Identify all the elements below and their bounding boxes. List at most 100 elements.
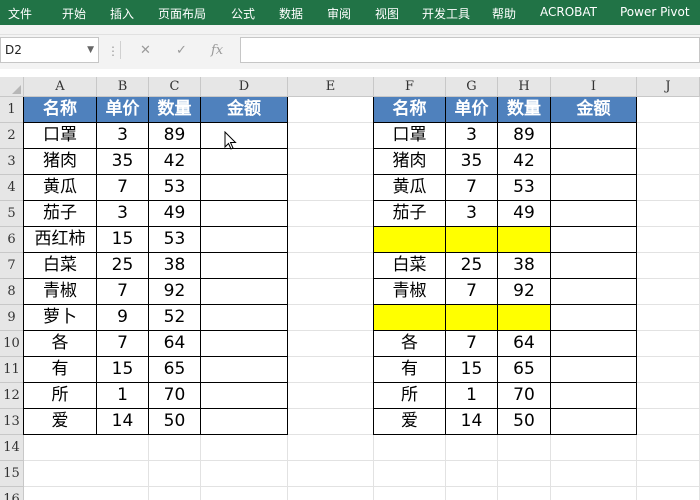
- table-cell[interactable]: 49: [498, 201, 551, 227]
- table-cell[interactable]: 7: [446, 331, 498, 357]
- table-cell[interactable]: [551, 227, 637, 253]
- table-cell[interactable]: 7: [97, 331, 149, 357]
- table-cell[interactable]: 15: [97, 227, 149, 253]
- insert-function-icon[interactable]: fx: [211, 43, 223, 58]
- column-header-c[interactable]: C: [149, 77, 201, 97]
- table-cell[interactable]: 7: [97, 279, 149, 305]
- table-cell[interactable]: 1: [446, 383, 498, 409]
- table-cell[interactable]: [551, 305, 637, 331]
- table-cell[interactable]: 各: [374, 331, 446, 357]
- column-header-e[interactable]: E: [288, 77, 374, 97]
- table-cell[interactable]: 猪肉: [374, 149, 446, 175]
- table-cell[interactable]: [498, 227, 551, 253]
- table-cell[interactable]: [201, 357, 288, 383]
- row-header-8[interactable]: 8: [0, 279, 24, 305]
- row-header-9[interactable]: 9: [0, 305, 24, 331]
- table-cell[interactable]: [551, 331, 637, 357]
- table-cell[interactable]: 3: [97, 201, 149, 227]
- table-cell[interactable]: [551, 201, 637, 227]
- table-cell[interactable]: 42: [149, 149, 201, 175]
- table-cell[interactable]: 53: [149, 227, 201, 253]
- table-cell[interactable]: 25: [97, 253, 149, 279]
- table-cell[interactable]: 35: [97, 149, 149, 175]
- table-cell[interactable]: 52: [149, 305, 201, 331]
- row-header-4[interactable]: 4: [0, 175, 24, 201]
- table-cell[interactable]: 9: [97, 305, 149, 331]
- more-options-icon[interactable]: ⋮: [107, 44, 119, 58]
- table-cell[interactable]: 所: [374, 383, 446, 409]
- table-cell[interactable]: [374, 227, 446, 253]
- table-cell[interactable]: [551, 409, 637, 435]
- table-header-cell[interactable]: 名称: [374, 97, 446, 123]
- table-cell[interactable]: [446, 227, 498, 253]
- column-header-g[interactable]: G: [446, 77, 498, 97]
- table-header-cell[interactable]: 金额: [201, 97, 288, 123]
- table-cell[interactable]: 89: [498, 123, 551, 149]
- table-cell[interactable]: 50: [149, 409, 201, 435]
- table-cell[interactable]: 7: [446, 175, 498, 201]
- row-header-12[interactable]: 12: [0, 383, 24, 409]
- row-header-2[interactable]: 2: [0, 123, 24, 149]
- ribbon-tab[interactable]: 视图: [375, 5, 399, 22]
- table-cell[interactable]: 1: [97, 383, 149, 409]
- table-cell[interactable]: 38: [498, 253, 551, 279]
- row-header-11[interactable]: 11: [0, 357, 24, 383]
- table-cell[interactable]: 爱: [24, 409, 97, 435]
- table-cell[interactable]: [201, 175, 288, 201]
- table-header-cell[interactable]: 名称: [24, 97, 97, 123]
- table-cell[interactable]: [201, 253, 288, 279]
- table-cell[interactable]: 50: [498, 409, 551, 435]
- ribbon-tab[interactable]: 公式: [231, 5, 255, 22]
- row-header-15[interactable]: 15: [0, 461, 24, 487]
- ribbon-tab[interactable]: 数据: [279, 5, 303, 22]
- table-cell[interactable]: 黄瓜: [374, 175, 446, 201]
- table-cell[interactable]: 92: [149, 279, 201, 305]
- row-header-13[interactable]: 13: [0, 409, 24, 435]
- table-cell[interactable]: [446, 305, 498, 331]
- row-header-10[interactable]: 10: [0, 331, 24, 357]
- ribbon-tab[interactable]: Power Pivot: [620, 5, 690, 19]
- table-header-cell[interactable]: 单价: [446, 97, 498, 123]
- table-cell[interactable]: 70: [149, 383, 201, 409]
- table-cell[interactable]: 3: [97, 123, 149, 149]
- row-header-6[interactable]: 6: [0, 227, 24, 253]
- table-cell[interactable]: 65: [149, 357, 201, 383]
- table-cell[interactable]: 茄子: [24, 201, 97, 227]
- table-cell[interactable]: 53: [149, 175, 201, 201]
- table-cell[interactable]: 89: [149, 123, 201, 149]
- table-cell[interactable]: 萝卜: [24, 305, 97, 331]
- table-cell[interactable]: 各: [24, 331, 97, 357]
- column-header-d[interactable]: D: [201, 77, 288, 97]
- table-header-cell[interactable]: 单价: [97, 97, 149, 123]
- table-cell[interactable]: [498, 305, 551, 331]
- table-cell[interactable]: 所: [24, 383, 97, 409]
- table-cell[interactable]: 14: [446, 409, 498, 435]
- table-cell[interactable]: 茄子: [374, 201, 446, 227]
- row-header-3[interactable]: 3: [0, 149, 24, 175]
- table-cell[interactable]: 黄瓜: [24, 175, 97, 201]
- table-header-cell[interactable]: 数量: [149, 97, 201, 123]
- table-cell[interactable]: 53: [498, 175, 551, 201]
- formula-input[interactable]: [240, 37, 700, 63]
- column-header-h[interactable]: H: [498, 77, 551, 97]
- table-cell[interactable]: 爱: [374, 409, 446, 435]
- table-cell[interactable]: 25: [446, 253, 498, 279]
- ribbon-tab[interactable]: 文件: [8, 5, 32, 22]
- column-header-b[interactable]: B: [97, 77, 149, 97]
- table-cell[interactable]: 有: [374, 357, 446, 383]
- table-cell[interactable]: 70: [498, 383, 551, 409]
- column-header-j[interactable]: J: [637, 77, 700, 97]
- table-cell[interactable]: 青椒: [24, 279, 97, 305]
- column-header-a[interactable]: A: [24, 77, 97, 97]
- chevron-down-icon[interactable]: ▼: [87, 38, 94, 62]
- table-cell[interactable]: [374, 305, 446, 331]
- table-cell[interactable]: [551, 123, 637, 149]
- table-cell[interactable]: 64: [498, 331, 551, 357]
- table-cell[interactable]: [201, 123, 288, 149]
- table-cell[interactable]: 西红柿: [24, 227, 97, 253]
- row-header-16[interactable]: 16: [0, 487, 24, 500]
- table-cell[interactable]: 青椒: [374, 279, 446, 305]
- table-cell[interactable]: 15: [446, 357, 498, 383]
- table-cell[interactable]: [551, 279, 637, 305]
- table-cell[interactable]: 42: [498, 149, 551, 175]
